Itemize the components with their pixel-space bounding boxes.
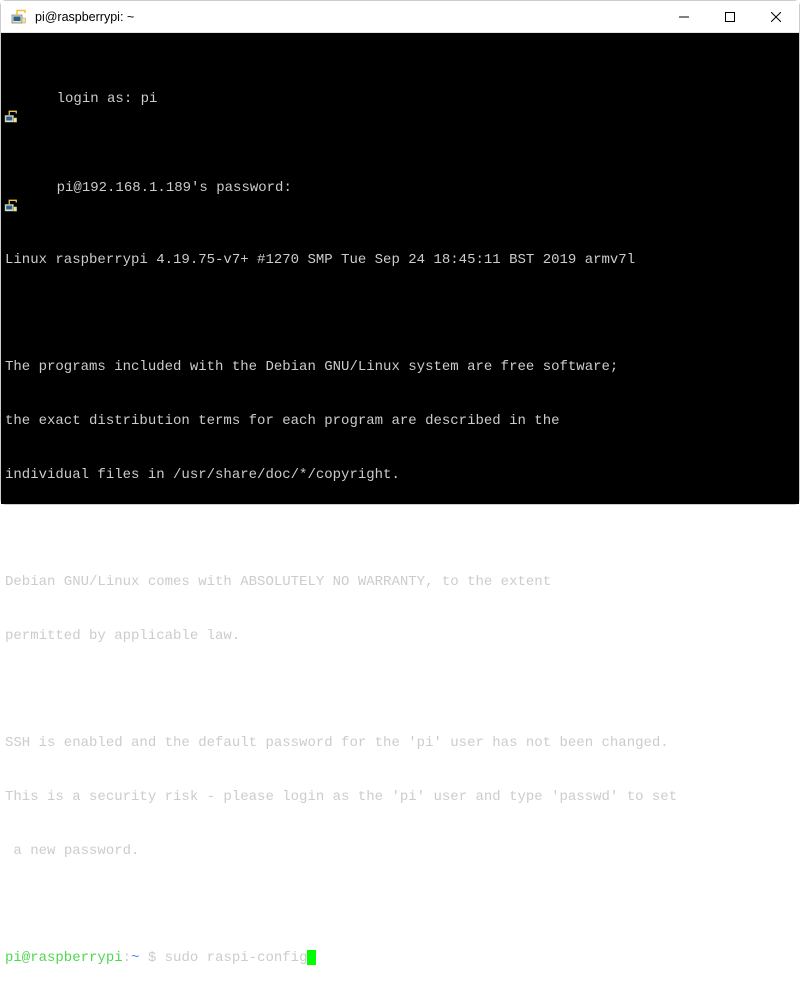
motd-line: individual files in /usr/share/doc/*/cop… — [1, 467, 799, 485]
motd-line: The programs included with the Debian GN… — [1, 359, 799, 377]
window-controls — [661, 1, 799, 32]
prompt-colon: : — [123, 950, 131, 966]
window-title: pi@raspberrypi: ~ — [35, 10, 661, 24]
login-prompt-line: login as: pi — [1, 73, 799, 127]
blank-line — [1, 306, 799, 324]
prompt-path: ~ — [131, 950, 139, 966]
close-button[interactable] — [753, 1, 799, 32]
putty-icon — [4, 163, 18, 177]
prompt-userhost: pi@raspberrypi — [5, 950, 123, 966]
motd-line: permitted by applicable law. — [1, 628, 799, 646]
motd-line: the exact distribution terms for each pr… — [1, 413, 799, 431]
cursor — [307, 950, 316, 965]
putty-icon — [4, 74, 18, 88]
motd-line: Debian GNU/Linux comes with ABSOLUTELY N… — [1, 574, 799, 592]
prompt-command: sudo raspi-config — [165, 950, 308, 966]
ssh-warning-line: SSH is enabled and the default password … — [1, 735, 799, 753]
terminal-area[interactable]: login as: pi pi@192.168.1.189's password… — [1, 33, 799, 504]
maximize-button[interactable] — [707, 1, 753, 32]
blank-line — [1, 520, 799, 538]
blank-line — [1, 682, 799, 700]
prompt-dollar: $ — [139, 950, 164, 966]
password-prompt-line: pi@192.168.1.189's password: — [1, 162, 799, 216]
prompt-line: pi@raspberrypi:~ $ sudo raspi-config — [1, 950, 799, 968]
ssh-warning-line: This is a security risk - please login a… — [1, 789, 799, 807]
blank-line — [1, 897, 799, 915]
linux-version-line: Linux raspberrypi 4.19.75-v7+ #1270 SMP … — [1, 252, 799, 270]
minimize-button[interactable] — [661, 1, 707, 32]
title-bar: pi@raspberrypi: ~ — [1, 1, 799, 33]
putty-icon — [11, 9, 27, 25]
password-prompt-text: pi@192.168.1.189's password: — [57, 180, 292, 196]
ssh-warning-line: a new password. — [1, 843, 799, 861]
login-prompt-text: login as: pi — [57, 91, 158, 107]
